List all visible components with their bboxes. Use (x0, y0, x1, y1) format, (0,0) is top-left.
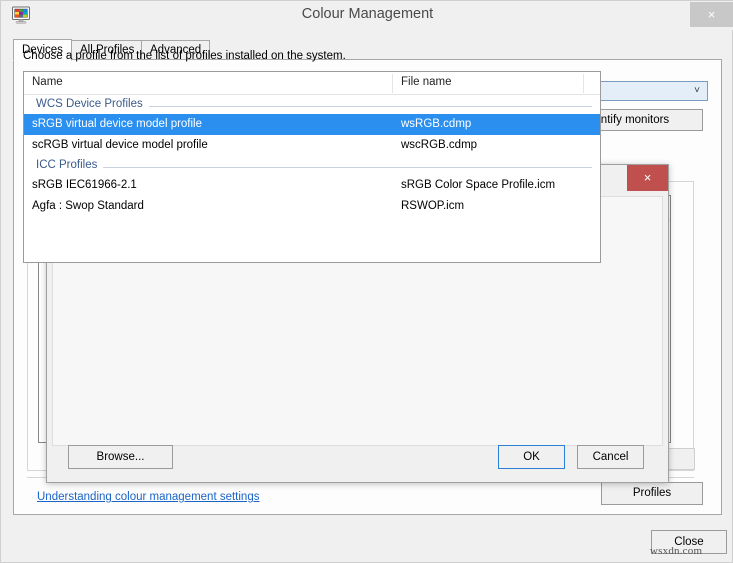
chevron-down-icon: ˅ (694, 82, 700, 100)
column-divider-2 (583, 74, 584, 93)
list-item[interactable]: scRGB virtual device model profile wscRG… (24, 135, 600, 156)
group-label: WCS Device Profiles (36, 95, 149, 113)
list-item-file: wsRGB.cdmp (401, 114, 471, 134)
column-header-file-name[interactable]: File name (401, 76, 452, 88)
profiles-button[interactable]: Profiles (601, 482, 703, 505)
list-item[interactable]: Agfa : Swop Standard RSWOP.icm (24, 196, 600, 217)
list-group-header: WCS Device Profiles (24, 95, 600, 114)
watermark: wsxdn.com (650, 545, 702, 557)
list-item-name: Agfa : Swop Standard (32, 196, 144, 216)
list-item[interactable]: sRGB IEC61966-2.1 sRGB Color Space Profi… (24, 175, 600, 196)
profile-list-rows: WCS Device Profiles sRGB virtual device … (24, 95, 600, 217)
group-line (36, 167, 592, 168)
profile-list[interactable]: Name File name WCS Device Profiles sRGB … (23, 71, 601, 263)
list-item[interactable]: sRGB virtual device model profile wsRGB.… (24, 114, 600, 135)
colour-management-window: Colour Management × Devices All Profiles… (0, 0, 733, 563)
dialog-instruction-text: Choose a profile from the list of profil… (23, 50, 346, 62)
column-header-name[interactable]: Name (32, 76, 63, 88)
ok-button[interactable]: OK (498, 445, 565, 469)
profile-list-header: Name File name (24, 72, 600, 95)
list-group-header: ICC Profiles (24, 156, 600, 175)
list-item-name: sRGB IEC61966-2.1 (32, 175, 137, 195)
window-title-bar: Colour Management × (1, 1, 733, 30)
dialog-close-button[interactable]: × (627, 165, 668, 191)
window-close-button[interactable]: × (690, 2, 733, 27)
column-divider-1 (392, 74, 393, 93)
list-item-name: scRGB virtual device model profile (32, 135, 208, 155)
understanding-colour-management-link[interactable]: Understanding colour management settings (37, 491, 259, 503)
list-item-file: sRGB Color Space Profile.icm (401, 175, 555, 195)
group-label: ICC Profiles (36, 156, 103, 174)
cancel-button[interactable]: Cancel (577, 445, 644, 469)
list-item-file: wscRGB.cdmp (401, 135, 477, 155)
browse-button[interactable]: Browse... (68, 445, 173, 469)
list-item-file: RSWOP.icm (401, 196, 464, 216)
page-title: Colour Management (1, 6, 733, 22)
list-item-name: sRGB virtual device model profile (32, 114, 202, 134)
